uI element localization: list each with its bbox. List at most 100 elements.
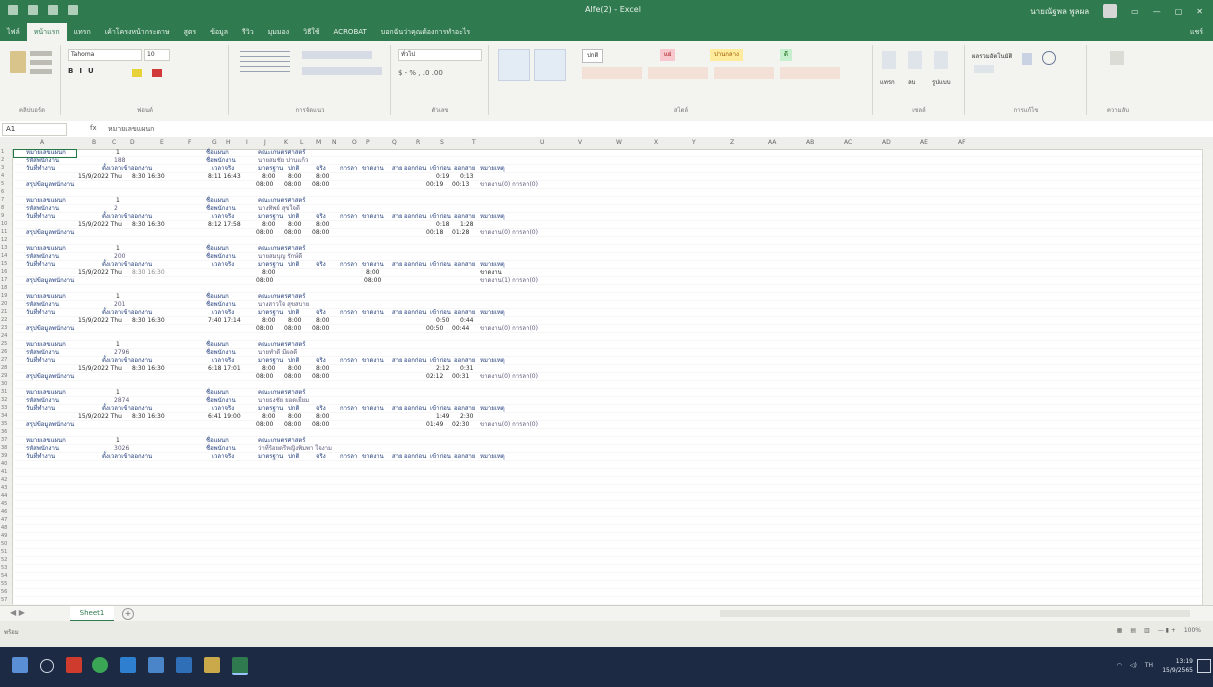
date-value[interactable]: 15/9/2022 Thu — [78, 365, 122, 373]
late-label[interactable]: สาย — [392, 165, 403, 173]
real-label[interactable]: จริง — [316, 357, 326, 365]
format-cells-button[interactable]: รูปแบบ — [932, 77, 951, 87]
align-icons[interactable] — [240, 51, 290, 75]
std-normal[interactable]: 8:00 — [262, 413, 275, 421]
standard-label[interactable]: มาตรฐาน — [258, 453, 283, 461]
date-value[interactable]: 15/9/2022 Thu — [78, 221, 122, 229]
wrap-text-button[interactable] — [302, 51, 372, 59]
emp-code-label[interactable]: รหัสพนักงาน — [26, 349, 59, 357]
cut-icon[interactable] — [30, 51, 52, 56]
shift-value[interactable]: 8:30 16:30 — [132, 221, 165, 229]
tab-10[interactable]: บอกฉันว่าคุณต้องการทำอะไร — [374, 27, 477, 38]
emp-name-value[interactable]: นางทิพย์ สุขใจดี — [258, 205, 300, 213]
vertical-scrollbar[interactable] — [1202, 149, 1213, 605]
standard-label[interactable]: มาตรฐาน — [258, 309, 283, 317]
autosum-button[interactable]: ผลรวมอัตโนมัติ — [972, 51, 1012, 61]
column-header[interactable]: Z — [730, 139, 734, 146]
in-early-value[interactable]: 1:49 — [436, 413, 449, 421]
normal-label[interactable]: ปกติ — [288, 453, 299, 461]
early-label[interactable]: ออกก่อน — [404, 309, 426, 317]
bold-italic-underline-buttons[interactable]: BIU — [68, 67, 100, 75]
std-actual[interactable]: 8:00 — [316, 317, 329, 325]
sum-out-late[interactable]: 00:31 — [452, 373, 469, 381]
absent-label[interactable]: ขาดงาน — [362, 309, 384, 317]
edge-icon[interactable] — [120, 657, 136, 673]
sum-actual[interactable]: 08:00 — [312, 421, 329, 429]
in-early-label[interactable]: เข้าก่อน — [430, 453, 451, 461]
row-header[interactable]: 29 — [1, 373, 7, 379]
std-real[interactable]: 8:00 — [288, 173, 301, 181]
language-icon[interactable]: TH — [1145, 662, 1153, 669]
standard-label[interactable]: มาตรฐาน — [258, 165, 283, 173]
sum-real[interactable]: 08:00 — [284, 373, 301, 381]
sum-real[interactable]: 08:00 — [284, 325, 301, 333]
column-header[interactable]: D — [130, 139, 135, 146]
row-header[interactable]: 27 — [1, 357, 7, 363]
delete-icon[interactable] — [908, 51, 922, 69]
std-actual[interactable]: 8:00 — [316, 365, 329, 373]
add-sheet-icon[interactable]: + — [122, 608, 134, 620]
summary-label[interactable]: สรุปข้อมูลพนักงาน — [26, 277, 74, 285]
row-header[interactable]: 35 — [1, 421, 7, 427]
date-value[interactable]: 15/9/2022 Thu — [78, 269, 122, 277]
tab-3[interactable]: เค้าโครงหน้ากระดาษ — [98, 27, 177, 38]
dept-name-value[interactable]: คณะเกษตรศาสตร์ — [258, 437, 306, 445]
emp-code-value[interactable]: 200 — [114, 253, 125, 261]
row-header[interactable]: 10 — [1, 221, 7, 227]
actual-label[interactable]: เวลาจริง — [212, 261, 234, 269]
number-format-select[interactable]: ทั่วไป — [398, 49, 482, 61]
absent-label[interactable]: ขาดงาน — [362, 357, 384, 365]
note-value[interactable]: ขาดงาน — [480, 269, 502, 277]
date-value[interactable]: 15/9/2022 Thu — [78, 173, 122, 181]
note-label[interactable]: หมายเหตุ — [480, 453, 505, 461]
row-header[interactable]: 41 — [1, 469, 7, 475]
emp-code-value[interactable]: 188 — [114, 157, 125, 165]
shift-value[interactable]: 8:30 16:30 — [132, 317, 165, 325]
out-late-value[interactable]: 0:44 — [460, 317, 473, 325]
emp-code-value[interactable]: 201 — [114, 301, 125, 309]
actual-label[interactable]: เวลาจริง — [212, 165, 234, 173]
insert-cells-button[interactable]: แทรก — [880, 77, 895, 87]
paste-icon[interactable] — [10, 51, 26, 73]
actual-value[interactable]: 6:41 19:00 — [208, 413, 241, 421]
row-header[interactable]: 5 — [1, 181, 4, 187]
column-header[interactable]: AE — [920, 139, 928, 146]
normal-label[interactable]: ปกติ — [288, 357, 299, 365]
row-header[interactable]: 37 — [1, 437, 7, 443]
row-header[interactable]: 45 — [1, 501, 7, 507]
avatar[interactable] — [1103, 4, 1118, 18]
row-header[interactable]: 49 — [1, 533, 7, 539]
summary-label[interactable]: สรุปข้อมูลพนักงาน — [26, 373, 74, 381]
save-icon[interactable] — [28, 5, 38, 15]
dept-name-value[interactable]: คณะเกษตรศาสตร์ — [258, 245, 306, 253]
summary-note[interactable]: ขาดงาน(0) การลา(0) — [480, 325, 538, 333]
std-normal[interactable]: 8:00 — [262, 269, 275, 277]
emp-name-label[interactable]: ชื่อพนักงาน — [206, 253, 236, 261]
emp-name-value[interactable]: นายสมชัย ปานแก้ว — [258, 157, 308, 165]
normal-label[interactable]: ปกติ — [288, 165, 299, 173]
sum-absent[interactable]: 08:00 — [364, 277, 381, 285]
out-late-value[interactable]: 1:28 — [460, 221, 473, 229]
column-header[interactable]: G — [212, 139, 217, 146]
maximize-icon[interactable]: ▢ — [1175, 7, 1183, 16]
dept-no-value[interactable]: 1 — [116, 437, 120, 445]
sum-actual[interactable]: 08:00 — [312, 181, 329, 189]
column-header[interactable]: V — [578, 139, 582, 146]
column-header[interactable]: K — [284, 139, 288, 146]
column-header[interactable]: O — [352, 139, 357, 146]
emp-code-label[interactable]: รหัสพนักงาน — [26, 397, 59, 405]
zoom-slider[interactable]: — ▮ + — [1158, 627, 1176, 634]
dept-name-label[interactable]: ชื่อแผนก — [206, 341, 229, 349]
dept-no-label[interactable]: หมายเลขแผนก — [26, 389, 66, 397]
early-label[interactable]: ออกก่อน — [404, 165, 426, 173]
date-value[interactable]: 15/9/2022 Thu — [78, 317, 122, 325]
conditional-formatting-icon[interactable] — [498, 49, 530, 81]
date-value[interactable]: 15/9/2022 Thu — [78, 413, 122, 421]
format-as-table-icon[interactable] — [534, 49, 566, 81]
shift-label[interactable]: ตั้งเวลาเข้าออกงาน — [102, 213, 152, 221]
actual-label[interactable]: เวลาจริง — [212, 453, 234, 461]
note-label[interactable]: หมายเหตุ — [480, 357, 505, 365]
row-header[interactable]: 33 — [1, 405, 7, 411]
emp-name-label[interactable]: ชื่อพนักงาน — [206, 349, 236, 357]
column-header[interactable]: W — [616, 139, 622, 146]
